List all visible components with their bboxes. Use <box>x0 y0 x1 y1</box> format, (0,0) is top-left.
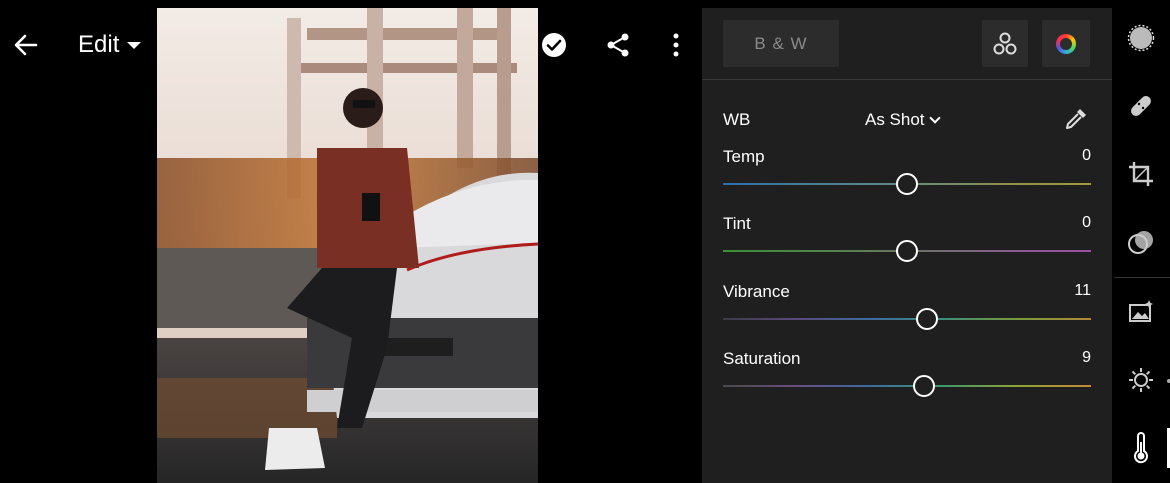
tool-sidebar <box>1112 0 1170 483</box>
healing-icon <box>1131 96 1151 116</box>
share-button[interactable] <box>602 28 634 62</box>
temp-label: Temp <box>723 147 765 166</box>
tint-label: Tint <box>723 214 751 233</box>
vibrance-track[interactable] <box>723 318 1091 320</box>
vibrance-slider: Vibrance 11 <box>723 282 1091 342</box>
light-icon <box>1129 368 1153 392</box>
tint-thumb[interactable] <box>896 240 918 262</box>
temp-thumb[interactable] <box>896 173 918 195</box>
tint-slider: Tint 0 <box>723 214 1091 274</box>
selective-tool-button[interactable] <box>1125 22 1157 54</box>
saturation-value: 9 <box>1082 349 1091 366</box>
auto-icon <box>1129 300 1153 322</box>
more-vertical-icon <box>673 33 679 57</box>
color-wheel-icon <box>1056 33 1076 54</box>
saturation-track[interactable] <box>723 385 1091 387</box>
color-mixer-icon <box>993 32 1017 54</box>
color-mixer-button[interactable] <box>982 20 1028 67</box>
panel-header: B & W <box>702 8 1112 80</box>
selective-icon <box>1127 24 1155 52</box>
saturation-label: Saturation <box>723 349 801 368</box>
temp-value: 0 <box>1082 147 1091 164</box>
eyedropper-button[interactable] <box>1063 106 1089 132</box>
back-button[interactable] <box>8 28 44 62</box>
photo-preview[interactable] <box>157 8 538 483</box>
color-temperature-icon <box>1134 432 1148 464</box>
color-adjust-panel: B & W WB As Shot Temp 0 Tint 0 Vibrance … <box>702 8 1112 483</box>
photo-image <box>157 8 538 483</box>
profile-icon <box>1128 231 1153 254</box>
wb-preset-dropdown[interactable]: As Shot <box>865 108 941 132</box>
healing-tool-button[interactable] <box>1125 90 1157 122</box>
more-options-button[interactable] <box>662 28 690 62</box>
edit-mode-label: Edit <box>78 31 120 58</box>
color-tool-button[interactable] <box>1125 432 1157 464</box>
edit-mode-dropdown[interactable]: Edit <box>78 28 142 62</box>
light-tool-button[interactable] <box>1125 364 1157 396</box>
bw-toggle-button[interactable]: B & W <box>723 20 839 67</box>
caret-down-icon <box>127 41 142 49</box>
tint-value: 0 <box>1082 214 1091 231</box>
profile-tool-button[interactable] <box>1125 226 1157 258</box>
share-icon <box>607 33 629 57</box>
white-balance-row: WB As Shot <box>723 108 1093 134</box>
wb-preset-value: As Shot <box>865 110 925 129</box>
arrow-left-icon <box>14 34 38 56</box>
eyedropper-icon <box>1066 109 1086 129</box>
vibrance-label: Vibrance <box>723 282 790 301</box>
check-circle-icon <box>542 33 566 57</box>
temp-slider: Temp 0 <box>723 147 1091 207</box>
sidebar-divider <box>1114 277 1170 278</box>
done-button[interactable] <box>538 28 570 62</box>
crop-icon <box>1129 162 1153 186</box>
auto-tool-button[interactable] <box>1125 296 1157 328</box>
vibrance-value: 11 <box>1074 282 1091 299</box>
chevron-down-icon <box>928 112 941 124</box>
crop-tool-button[interactable] <box>1125 158 1157 190</box>
saturation-thumb[interactable] <box>912 375 935 397</box>
wb-label: WB <box>723 110 751 129</box>
color-grading-button[interactable] <box>1042 20 1090 67</box>
vibrance-thumb[interactable] <box>916 308 939 330</box>
saturation-slider: Saturation 9 <box>723 349 1091 409</box>
